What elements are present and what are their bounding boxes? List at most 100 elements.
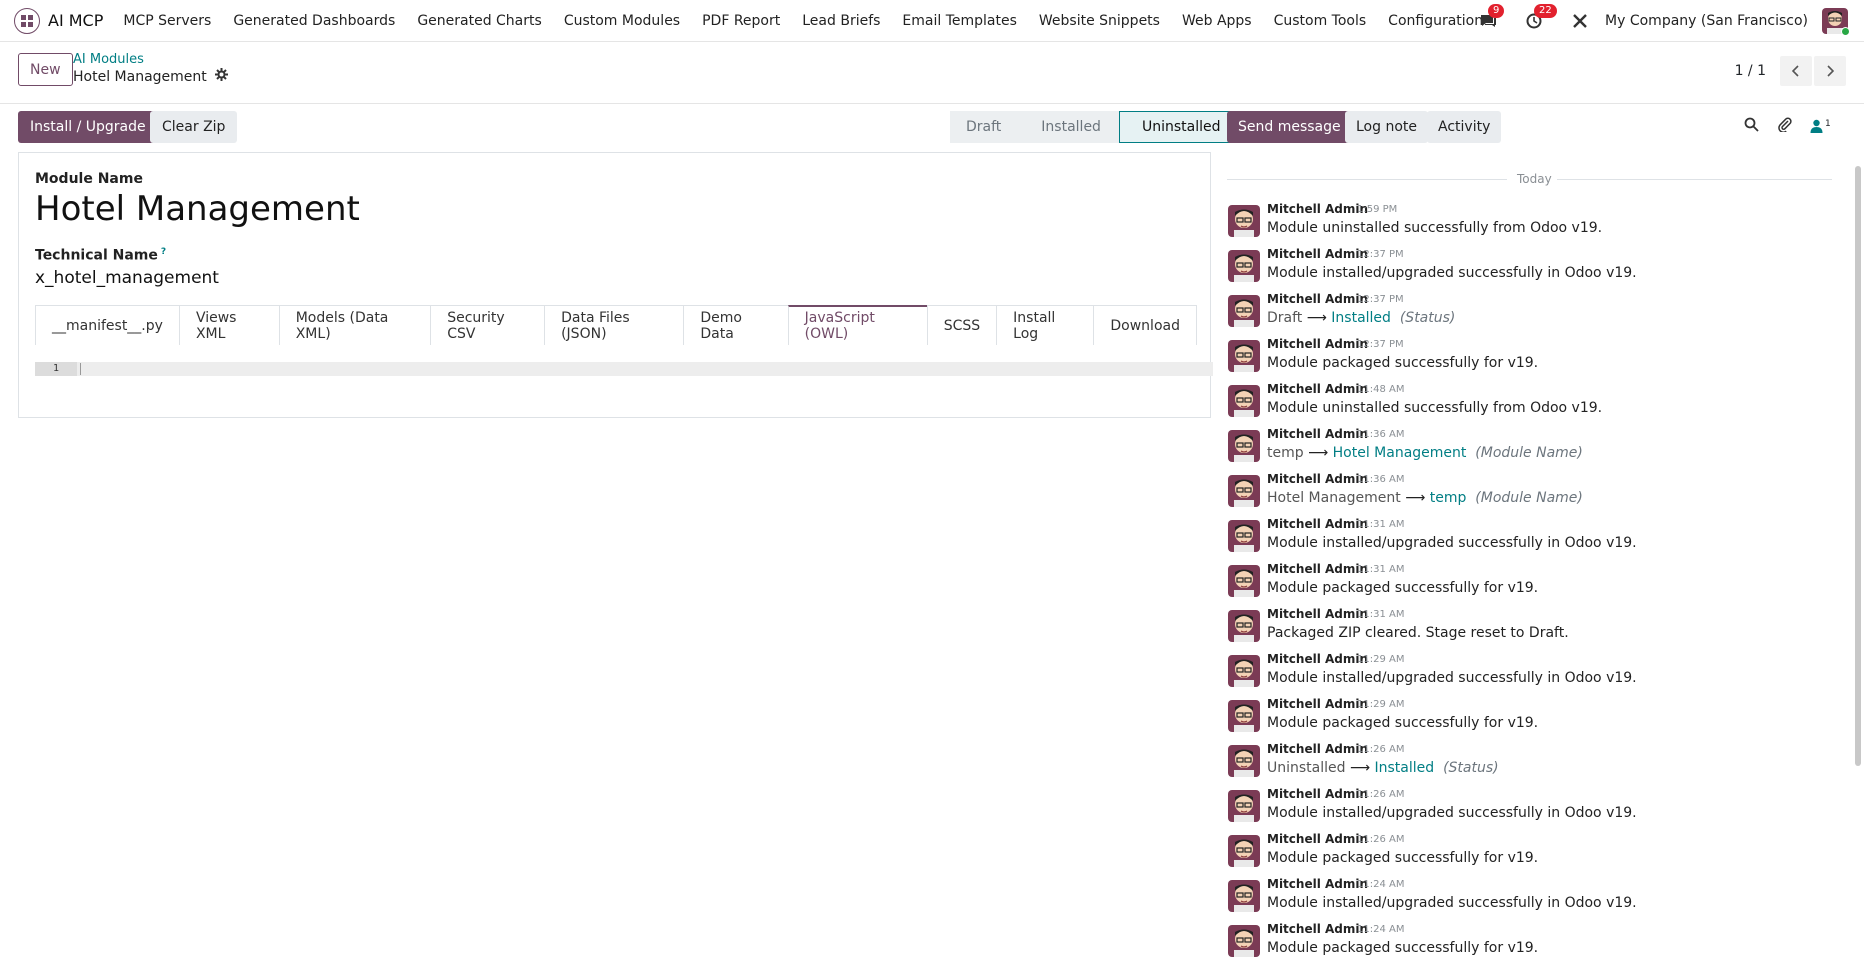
- author-avatar[interactable]: [1228, 880, 1260, 912]
- message-author[interactable]: Mitchell Admin: [1267, 607, 1368, 621]
- debug-tools-icon[interactable]: [1569, 10, 1591, 32]
- activity-clock-icon[interactable]: 22: [1523, 4, 1557, 32]
- menu-lead-briefs[interactable]: Lead Briefs: [802, 13, 880, 29]
- pager-previous-button[interactable]: [1780, 56, 1812, 86]
- message-author[interactable]: Mitchell Admin: [1267, 787, 1368, 801]
- message-item[interactable]: Mitchell Admin 11:31 AM Module packaged su…: [1227, 562, 1827, 607]
- tab-security-csv[interactable]: Security CSV: [430, 305, 546, 345]
- clear-zip-button[interactable]: Clear Zip: [150, 111, 238, 143]
- app-name[interactable]: AI MCP: [48, 11, 103, 30]
- message-author[interactable]: Mitchell Admin: [1267, 517, 1368, 531]
- new-button[interactable]: New: [18, 53, 73, 86]
- menu-custom-tools[interactable]: Custom Tools: [1274, 13, 1367, 29]
- menu-pdf-report[interactable]: PDF Report: [702, 13, 780, 29]
- search-icon[interactable]: [1744, 117, 1759, 136]
- author-avatar[interactable]: [1228, 475, 1260, 507]
- menu-configuration[interactable]: Configuration: [1388, 13, 1483, 29]
- stage-uninstalled[interactable]: Uninstalled: [1118, 111, 1238, 143]
- code-editor[interactable]: 1: [35, 362, 1213, 376]
- author-avatar[interactable]: [1228, 205, 1260, 237]
- message-item[interactable]: Mitchell Admin 11:26 AM Module packaged su…: [1227, 832, 1827, 877]
- stage-draft[interactable]: Draft: [950, 111, 1020, 143]
- message-item[interactable]: Mitchell Admin 11:36 AM temp ⟶ Hotel Manag…: [1227, 427, 1827, 472]
- message-item[interactable]: Mitchell Admin 11:36 AM Hotel Management ⟶…: [1227, 472, 1827, 517]
- apps-menu-icon[interactable]: [14, 7, 40, 34]
- message-item[interactable]: Mitchell Admin 12:37 PM Module installed/u…: [1227, 247, 1827, 292]
- message-author[interactable]: Mitchell Admin: [1267, 742, 1368, 756]
- message-author[interactable]: Mitchell Admin: [1267, 697, 1368, 711]
- tab-manifest[interactable]: __manifest__.py: [35, 305, 180, 345]
- tab-javascript-owl[interactable]: JavaScript (OWL): [787, 305, 928, 345]
- author-avatar[interactable]: [1228, 340, 1260, 372]
- breadcrumb-parent[interactable]: AI Modules: [73, 52, 144, 67]
- message-author[interactable]: Mitchell Admin: [1267, 247, 1368, 261]
- author-avatar[interactable]: [1228, 925, 1260, 957]
- activity-button[interactable]: Activity: [1427, 111, 1502, 143]
- menu-web-apps[interactable]: Web Apps: [1182, 13, 1252, 29]
- author-avatar[interactable]: [1228, 745, 1260, 777]
- menu-email-templates[interactable]: Email Templates: [902, 13, 1016, 29]
- message-item[interactable]: Mitchell Admin 11:31 AM Packaged ZIP clear…: [1227, 607, 1827, 652]
- tab-views-xml[interactable]: Views XML: [178, 305, 280, 345]
- message-item[interactable]: Mitchell Admin 11:26 AM Uninstalled ⟶ Inst…: [1227, 742, 1827, 787]
- tab-models-data-xml[interactable]: Models (Data XML): [278, 305, 432, 345]
- message-item[interactable]: Mitchell Admin 12:37 PM Module packaged su…: [1227, 337, 1827, 382]
- author-avatar[interactable]: [1228, 295, 1260, 327]
- message-item[interactable]: Mitchell Admin 11:24 AM Module packaged su…: [1227, 922, 1827, 959]
- message-author[interactable]: Mitchell Admin: [1267, 472, 1368, 486]
- message-author[interactable]: Mitchell Admin: [1267, 832, 1368, 846]
- user-avatar[interactable]: [1822, 8, 1850, 36]
- pager-value[interactable]: 1 / 1: [1735, 63, 1766, 79]
- tab-download[interactable]: Download: [1093, 305, 1197, 345]
- messaging-icon[interactable]: 9: [1477, 4, 1505, 32]
- menu-generated-charts[interactable]: Generated Charts: [417, 13, 542, 29]
- message-author[interactable]: Mitchell Admin: [1267, 427, 1368, 441]
- send-message-button[interactable]: Send message: [1227, 111, 1352, 143]
- chatter-scrollbar[interactable]: [1855, 166, 1861, 766]
- author-avatar[interactable]: [1228, 700, 1260, 732]
- author-avatar[interactable]: [1228, 835, 1260, 867]
- paperclip-icon[interactable]: [1777, 116, 1792, 136]
- menu-custom-modules[interactable]: Custom Modules: [564, 13, 680, 29]
- tab-demo-data[interactable]: Demo Data: [683, 305, 789, 345]
- log-note-button[interactable]: Log note: [1345, 111, 1428, 143]
- menu-mcp-servers[interactable]: MCP Servers: [123, 13, 211, 29]
- author-avatar[interactable]: [1228, 250, 1260, 282]
- message-item[interactable]: Mitchell Admin 12:37 PM Draft ⟶ Installed …: [1227, 292, 1827, 337]
- menu-website-snippets[interactable]: Website Snippets: [1039, 13, 1160, 29]
- company-switcher[interactable]: My Company (San Francisco): [1605, 13, 1808, 29]
- stage-installed[interactable]: Installed: [1019, 111, 1119, 143]
- message-author[interactable]: Mitchell Admin: [1267, 292, 1368, 306]
- author-avatar[interactable]: [1228, 430, 1260, 462]
- message-author[interactable]: Mitchell Admin: [1267, 382, 1368, 396]
- followers-icon[interactable]: 1: [1810, 119, 1831, 133]
- message-author[interactable]: Mitchell Admin: [1267, 922, 1368, 936]
- tab-install-log[interactable]: Install Log: [996, 305, 1095, 345]
- message-author[interactable]: Mitchell Admin: [1267, 877, 1368, 891]
- message-item[interactable]: Mitchell Admin 1:59 PM Module uninstalled …: [1227, 202, 1827, 247]
- pager-next-button[interactable]: [1814, 56, 1846, 86]
- install-upgrade-button[interactable]: Install / Upgrade: [18, 111, 158, 143]
- message-author[interactable]: Mitchell Admin: [1267, 562, 1368, 576]
- author-avatar[interactable]: [1228, 790, 1260, 822]
- message-item[interactable]: Mitchell Admin 11:31 AM Module installed/u…: [1227, 517, 1827, 562]
- message-item[interactable]: Mitchell Admin 11:24 AM Module installed/u…: [1227, 877, 1827, 922]
- message-item[interactable]: Mitchell Admin 11:48 AM Module uninstalled…: [1227, 382, 1827, 427]
- message-author[interactable]: Mitchell Admin: [1267, 337, 1368, 351]
- message-item[interactable]: Mitchell Admin 11:29 AM Module installed/u…: [1227, 652, 1827, 697]
- author-avatar[interactable]: [1228, 655, 1260, 687]
- menu-generated-dashboards[interactable]: Generated Dashboards: [233, 13, 395, 29]
- gear-icon[interactable]: [214, 68, 228, 85]
- author-avatar[interactable]: [1228, 385, 1260, 417]
- technical-name-field[interactable]: x_hotel_management: [35, 268, 219, 288]
- author-avatar[interactable]: [1228, 520, 1260, 552]
- author-avatar[interactable]: [1228, 610, 1260, 642]
- tab-data-files-json[interactable]: Data Files (JSON): [544, 305, 685, 345]
- message-author[interactable]: Mitchell Admin: [1267, 202, 1368, 216]
- message-item[interactable]: Mitchell Admin 11:26 AM Module installed/u…: [1227, 787, 1827, 832]
- author-avatar[interactable]: [1228, 565, 1260, 597]
- message-author[interactable]: Mitchell Admin: [1267, 652, 1368, 666]
- module-name-field[interactable]: Hotel Management: [35, 189, 360, 229]
- message-item[interactable]: Mitchell Admin 11:29 AM Module packaged su…: [1227, 697, 1827, 742]
- tab-scss[interactable]: SCSS: [926, 305, 998, 345]
